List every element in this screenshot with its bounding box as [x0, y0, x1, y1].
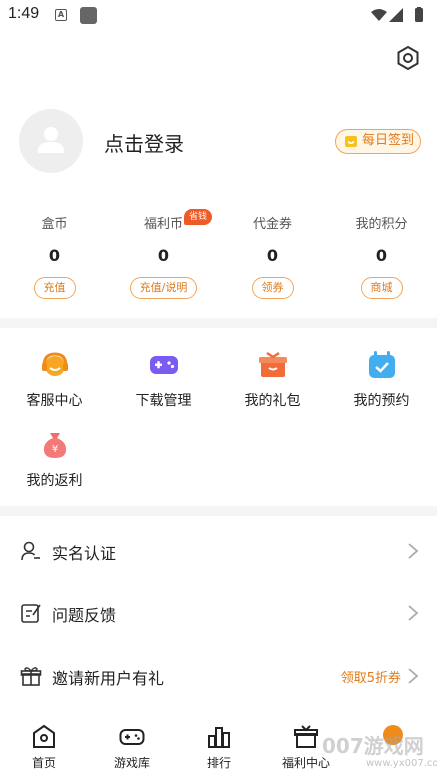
gift-icon — [20, 667, 42, 686]
chevron-right-icon — [408, 543, 419, 559]
daily-checkin-button[interactable]: 每日签到 — [335, 129, 421, 154]
recharge-info-button[interactable]: 充值/说明 — [129, 277, 198, 299]
settings-gear-icon[interactable] — [394, 44, 422, 72]
wallet-label: 代金券 — [252, 217, 292, 232]
wallet-value: 0 — [266, 246, 279, 265]
login-link[interactable]: 点击登录 — [104, 128, 184, 157]
menu-label: 问题反馈 — [52, 606, 117, 625]
wallet-value: 0 — [375, 246, 388, 265]
wallet-label: 我的积分 — [355, 217, 408, 232]
ranking-icon — [208, 727, 230, 748]
gamepad-download-icon — [149, 356, 178, 374]
nav-tab-game-library[interactable]: 游戏库 — [88, 724, 176, 771]
grid-label: 我的礼包 — [244, 393, 301, 409]
mall-button[interactable]: 商城 — [360, 277, 403, 299]
menu-label: 实名认证 — [52, 544, 117, 563]
watermark-url: www.yx007.com — [366, 758, 437, 769]
game-library-icon — [119, 729, 145, 745]
section-divider — [0, 506, 437, 516]
grid-label: 我的返利 — [26, 473, 83, 489]
nav-label: 排行 — [206, 756, 231, 770]
notification-a-icon: A — [55, 9, 67, 21]
status-time: 1:49 — [8, 5, 40, 22]
avatar[interactable] — [19, 109, 83, 173]
chevron-right-icon — [408, 668, 419, 684]
section-divider — [0, 318, 437, 328]
avatar-person-icon — [38, 127, 64, 153]
nav-label: 首页 — [31, 756, 56, 770]
grid-item-my-reservations[interactable]: 我的预约 — [327, 349, 436, 410]
notification-square-icon — [80, 7, 97, 24]
money-bag-icon: ¥ — [43, 433, 66, 458]
nav-tab-ranking[interactable]: 排行 — [175, 724, 263, 771]
calendar-icon — [368, 351, 395, 378]
grid-label: 我的预约 — [353, 393, 410, 409]
wallet-value: 0 — [157, 246, 170, 265]
grid-item-download-manager[interactable]: 下载管理 — [109, 349, 218, 410]
grid-item-customer-service[interactable]: 客服中心 — [0, 349, 109, 410]
grid-item-my-gifts[interactable]: 我的礼包 — [218, 349, 327, 410]
menu-row-feedback[interactable]: 问题反馈 — [0, 582, 437, 644]
menu-label: 邀请新用户有礼 — [52, 669, 165, 688]
wallet-label: 盒币 — [41, 217, 68, 232]
wallet-box-coin: 盒币 0 充值 — [0, 214, 109, 299]
user-verify-icon — [21, 541, 40, 561]
feedback-icon — [21, 604, 41, 623]
wallet-value: 0 — [48, 246, 61, 265]
nav-label: 游戏库 — [113, 756, 150, 770]
grid-item-my-rebates[interactable]: ¥ 我的返利 — [0, 429, 109, 490]
svg-text:¥: ¥ — [51, 444, 57, 455]
chevron-right-icon — [408, 605, 419, 621]
checkin-icon — [345, 136, 357, 147]
welfare-gift-icon — [294, 725, 318, 748]
claim-coupon-link[interactable]: 领取5折券 — [341, 667, 401, 686]
recharge-button[interactable]: 充值 — [33, 277, 76, 299]
grid-label: 客服中心 — [26, 393, 83, 409]
wallet-welfare-coin: 福利币 0 充值/说明 — [109, 214, 218, 299]
menu-row-invite[interactable]: 邀请新用户有礼 领取5折券 — [0, 645, 437, 707]
checkin-label: 每日签到 — [362, 133, 415, 148]
watermark: 007游戏网 — [322, 734, 424, 758]
claim-voucher-button[interactable]: 领券 — [251, 277, 294, 299]
wallet-points: 我的积分 0 商城 — [327, 214, 436, 299]
grid-label: 下载管理 — [135, 393, 192, 409]
save-money-badge: 省钱 — [184, 209, 213, 225]
signal-battery-icon — [371, 7, 423, 22]
gift-box-icon — [258, 351, 287, 377]
nav-tab-home[interactable]: 首页 — [0, 724, 88, 771]
menu-row-real-name[interactable]: 实名认证 — [0, 520, 437, 582]
home-icon — [33, 724, 55, 748]
status-bar: 1:49 A — [0, 0, 437, 30]
customer-service-icon — [41, 352, 68, 376]
wallet-voucher: 代金券 0 领券 — [218, 214, 327, 299]
